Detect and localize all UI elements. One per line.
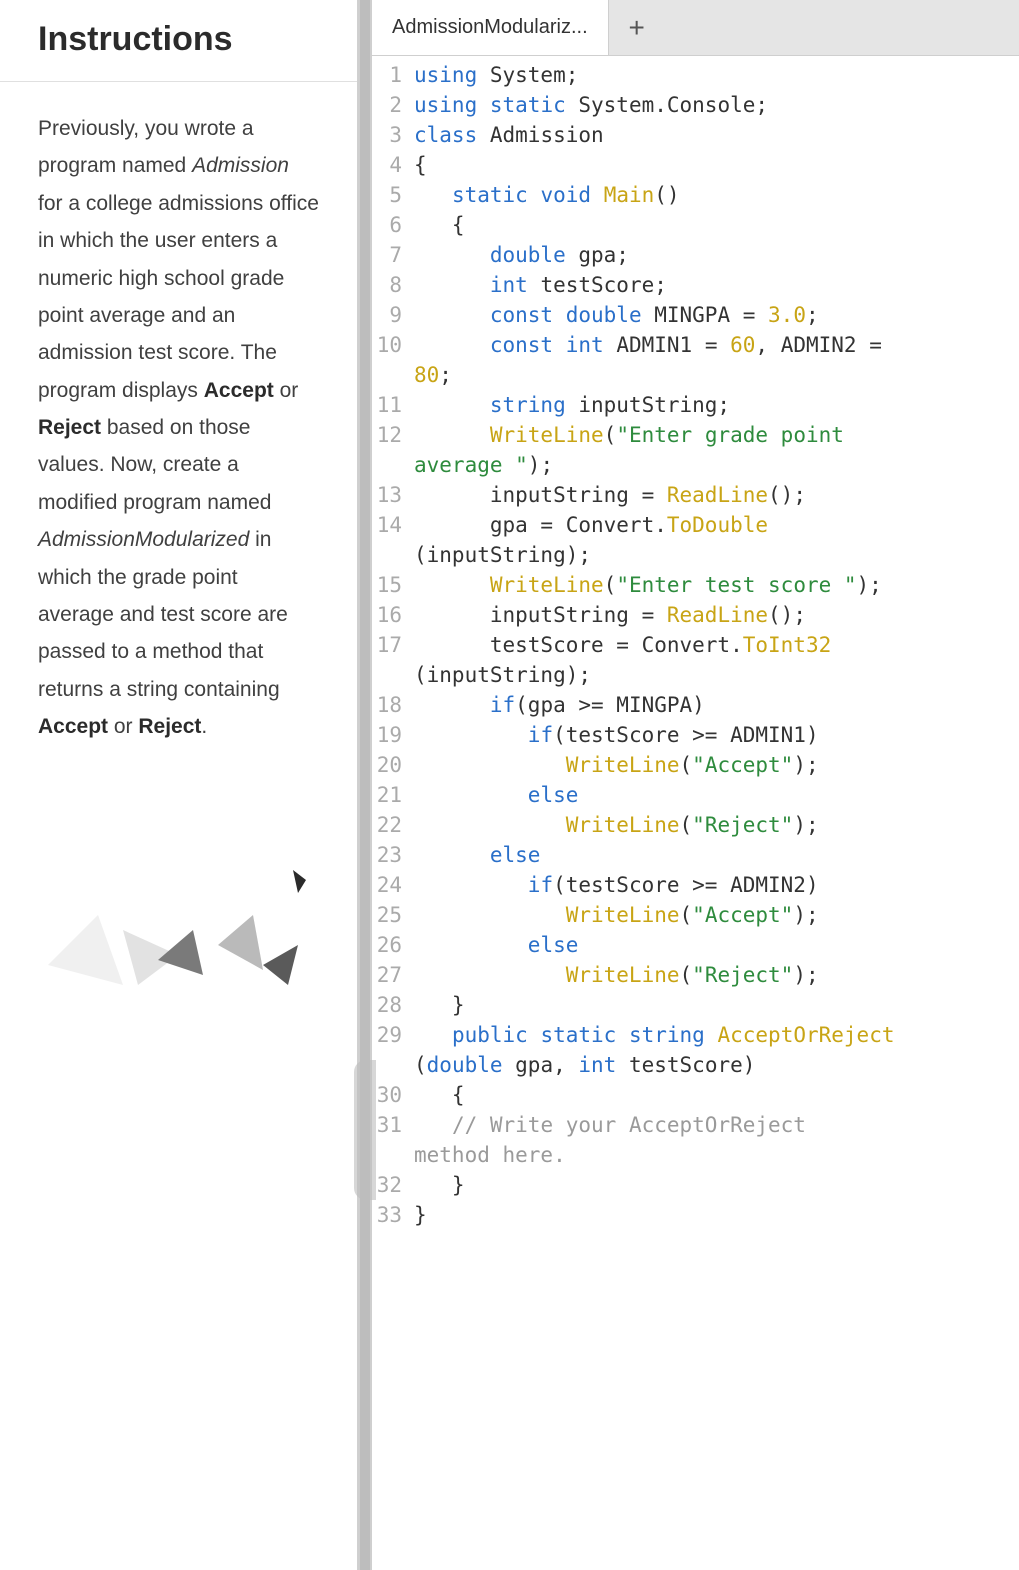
code-line[interactable]: } [414,1200,1019,1230]
code-line[interactable]: (double gpa, int testScore) [414,1050,1019,1080]
code-line[interactable]: // Write your AcceptOrReject [414,1110,1019,1140]
line-number: 30 [372,1080,402,1110]
line-number: 2 [372,90,402,120]
line-number: 3 [372,120,402,150]
line-number: 10 [372,330,402,360]
line-number: 13 [372,480,402,510]
code-line[interactable]: } [414,1170,1019,1200]
code-line[interactable]: double gpa; [414,240,1019,270]
instructions-panel: Instructions Previously, you wrote a pro… [0,0,358,1570]
line-number: 29 [372,1020,402,1050]
code-line[interactable]: if(testScore >= ADMIN2) [414,870,1019,900]
line-number: 16 [372,600,402,630]
code-line[interactable]: testScore = Convert.ToInt32 [414,630,1019,660]
code-line[interactable]: WriteLine("Accept"); [414,900,1019,930]
code-line[interactable]: WriteLine("Enter test score "); [414,570,1019,600]
code-line[interactable]: else [414,930,1019,960]
code-line[interactable]: inputString = ReadLine(); [414,480,1019,510]
line-number: 9 [372,300,402,330]
line-number: 27 [372,960,402,990]
line-number: 28 [372,990,402,1020]
line-number: 11 [372,390,402,420]
code-line[interactable]: using System; [414,60,1019,90]
code-line[interactable]: { [414,210,1019,240]
line-number: 18 [372,690,402,720]
line-number-gutter: 1234567891011121314151617181920212223242… [372,56,408,1570]
plus-icon: + [628,12,644,44]
line-number: 20 [372,750,402,780]
code-line[interactable]: class Admission [414,120,1019,150]
line-number: 4 [372,150,402,180]
line-number: 6 [372,210,402,240]
code-line[interactable]: public static string AcceptOrReject [414,1020,1019,1050]
tab-bar: AdmissionModulariz... + [372,0,1019,56]
code-line[interactable]: gpa = Convert.ToDouble [414,510,1019,540]
tab-add-button[interactable]: + [609,0,665,55]
line-number: 33 [372,1200,402,1230]
line-number: 25 [372,900,402,930]
editor-panel: AdmissionModulariz... + 1234567891011121… [372,0,1019,1570]
code-line[interactable]: if(gpa >= MINGPA) [414,690,1019,720]
code-line[interactable]: 80; [414,360,1019,390]
line-number: 31 [372,1110,402,1140]
code-area[interactable]: using System;using static System.Console… [408,56,1019,1570]
code-line[interactable]: if(testScore >= ADMIN1) [414,720,1019,750]
line-number: 17 [372,630,402,660]
code-line[interactable]: using static System.Console; [414,90,1019,120]
code-line[interactable]: string inputString; [414,390,1019,420]
line-number: 15 [372,570,402,600]
line-number: 19 [372,720,402,750]
code-line[interactable]: WriteLine("Accept"); [414,750,1019,780]
code-line[interactable]: method here. [414,1140,1019,1170]
code-line[interactable]: const double MINGPA = 3.0; [414,300,1019,330]
line-number: 12 [372,420,402,450]
line-number: 26 [372,930,402,960]
instructions-title: Instructions [38,20,319,59]
instructions-header: Instructions [0,0,357,82]
code-line[interactable]: (inputString); [414,660,1019,690]
code-line[interactable]: int testScore; [414,270,1019,300]
line-number: 23 [372,840,402,870]
code-line[interactable]: WriteLine("Reject"); [414,960,1019,990]
line-number: 7 [372,240,402,270]
line-number: 8 [372,270,402,300]
code-line[interactable]: (inputString); [414,540,1019,570]
code-line[interactable]: const int ADMIN1 = 60, ADMIN2 = [414,330,1019,360]
line-number: 1 [372,60,402,90]
tab-active-label: AdmissionModulariz... [392,16,588,39]
code-line[interactable]: inputString = ReadLine(); [414,600,1019,630]
code-line[interactable]: else [414,840,1019,870]
code-line[interactable]: static void Main() [414,180,1019,210]
code-line[interactable]: { [414,1080,1019,1110]
code-line[interactable]: { [414,150,1019,180]
code-line[interactable]: average "); [414,450,1019,480]
code-line[interactable]: else [414,780,1019,810]
instructions-paragraph: Previously, you wrote a program named Ad… [38,110,319,745]
app-root: Instructions Previously, you wrote a pro… [0,0,1019,1570]
line-number: 21 [372,780,402,810]
code-line[interactable]: } [414,990,1019,1020]
code-line[interactable]: WriteLine("Enter grade point [414,420,1019,450]
line-number: 14 [372,510,402,540]
line-number: 32 [372,1170,402,1200]
line-number: 22 [372,810,402,840]
instructions-body: Previously, you wrote a program named Ad… [0,82,357,1055]
tab-active[interactable]: AdmissionModulariz... [372,0,609,55]
panel-divider[interactable] [358,0,372,1570]
code-line[interactable]: WriteLine("Reject"); [414,810,1019,840]
line-number: 5 [372,180,402,210]
divider-handle-icon[interactable] [354,1060,376,1200]
line-number: 24 [372,870,402,900]
triangles-icon [28,835,328,1035]
decorative-shapes [38,835,319,1035]
code-editor[interactable]: 1234567891011121314151617181920212223242… [372,56,1019,1570]
